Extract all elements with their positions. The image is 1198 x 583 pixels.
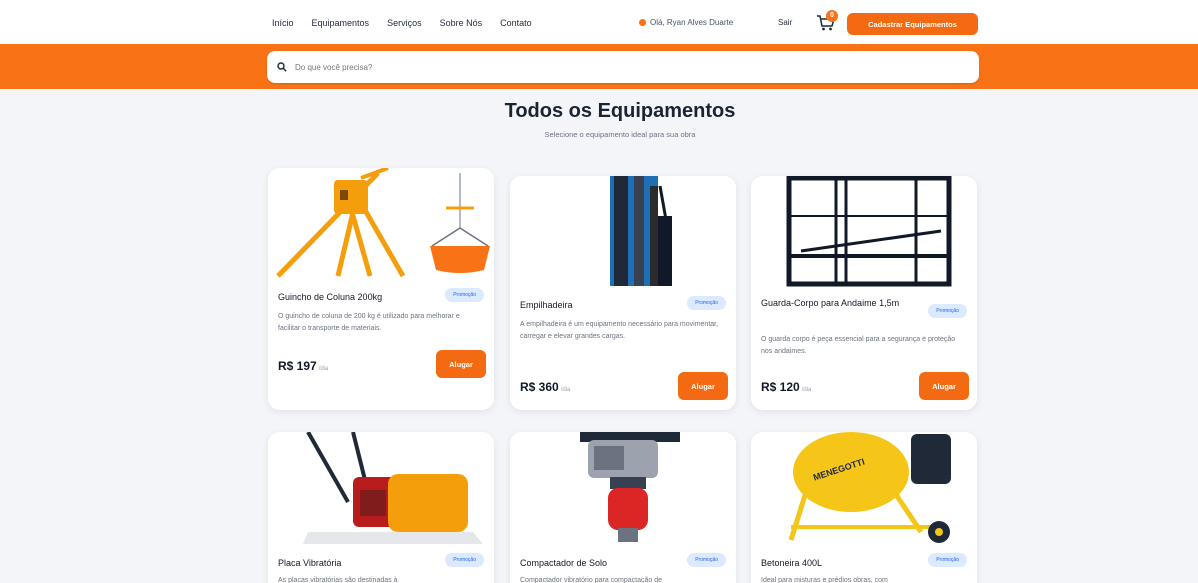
promo-badge: Promoção — [445, 288, 484, 302]
user-icon — [639, 19, 646, 26]
product-image — [510, 176, 736, 288]
search-bar[interactable] — [267, 51, 979, 83]
product-image — [268, 432, 494, 544]
promo-badge: Promoção — [687, 296, 726, 310]
product-name: Betoneira 400L — [761, 558, 823, 568]
product-card: Compactador de Solo Promoção Compactador… — [510, 432, 736, 583]
product-description: Compactador vibratório para compactação … — [520, 577, 663, 583]
logout-link[interactable]: Sair — [778, 18, 792, 27]
product-card: MENEGOTTI Betoneira 400L Promoção Ideal … — [751, 432, 977, 583]
product-image — [510, 432, 736, 544]
rent-button[interactable]: Alugar — [436, 350, 486, 378]
nav-link-sobre-nos[interactable]: Sobre Nós — [440, 18, 483, 28]
product-price: R$ 360/dia — [520, 380, 570, 394]
product-card: Placa Vibratória Promoção As placas vibr… — [268, 432, 494, 583]
page-subtitle: Selecione o equipamento ideal para sua o… — [544, 130, 696, 139]
product-image — [268, 168, 494, 280]
main-nav: Início Equipamentos Serviços Sobre Nós C… — [272, 18, 550, 28]
cart-count-badge: 0 — [826, 10, 838, 22]
price-unit: /dia — [801, 387, 812, 393]
product-image: MENEGOTTI — [751, 432, 977, 544]
product-description: As placas vibratórias são destinadas à — [278, 577, 398, 583]
product-card: Empilhadeira Promoção A empilhadeira é u… — [510, 176, 736, 410]
search-icon — [277, 62, 287, 72]
nav-link-inicio[interactable]: Início — [272, 18, 294, 28]
nav-link-servicos[interactable]: Serviços — [387, 18, 422, 28]
price-unit: /dia — [318, 366, 329, 372]
page-title: Todos os Equipamentos — [504, 100, 736, 122]
top-navigation-bar: Início Equipamentos Serviços Sobre Nós C… — [0, 0, 1198, 46]
price-unit: /dia — [560, 387, 571, 393]
price-value: R$ 360 — [520, 380, 559, 394]
product-description: O guarda corpo é peça essencial para a s… — [761, 336, 956, 355]
promo-badge: Promoção — [445, 553, 484, 567]
price-value: R$ 197 — [278, 359, 317, 373]
nav-link-equipamentos[interactable]: Equipamentos — [312, 18, 370, 28]
product-description: Ideal para misturas e prédios obras, com — [761, 577, 888, 583]
search-input[interactable] — [295, 62, 895, 72]
promo-badge: Promoção — [687, 553, 726, 567]
nav-link-contato[interactable]: Contato — [500, 18, 532, 28]
price-value: R$ 120 — [761, 380, 800, 394]
product-name: Guincho de Coluna 200kg — [278, 292, 383, 302]
promo-badge: Promoção — [928, 304, 967, 318]
product-price: R$ 197/dia — [278, 359, 328, 373]
product-card: Guincho de Coluna 200kg Promoção O guinc… — [268, 168, 494, 410]
user-greeting: Olá, Ryan Alves Duarte — [639, 18, 733, 27]
product-price: R$ 120/dia — [761, 380, 811, 394]
product-name: Placa Vibratória — [278, 558, 342, 568]
product-image — [751, 176, 977, 288]
product-description: A empilhadeira é um equipamento necessár… — [520, 321, 719, 340]
rent-button[interactable]: Alugar — [678, 372, 728, 400]
user-greeting-text: Olá, Ryan Alves Duarte — [650, 18, 734, 27]
product-card: Guarda-Corpo para Andaime 1,5m Promoção … — [751, 176, 977, 410]
product-name: Guarda-Corpo para Andaime 1,5m — [761, 298, 900, 308]
register-equipment-button[interactable]: Cadastrar Equipamentos — [847, 13, 978, 35]
promo-badge: Promoção — [928, 553, 967, 567]
rent-button[interactable]: Alugar — [919, 372, 969, 400]
product-name: Empilhadeira — [520, 300, 573, 310]
product-description: O guincho de coluna de 200 kg é utilizad… — [278, 313, 460, 332]
product-name: Compactador de Solo — [520, 558, 608, 568]
